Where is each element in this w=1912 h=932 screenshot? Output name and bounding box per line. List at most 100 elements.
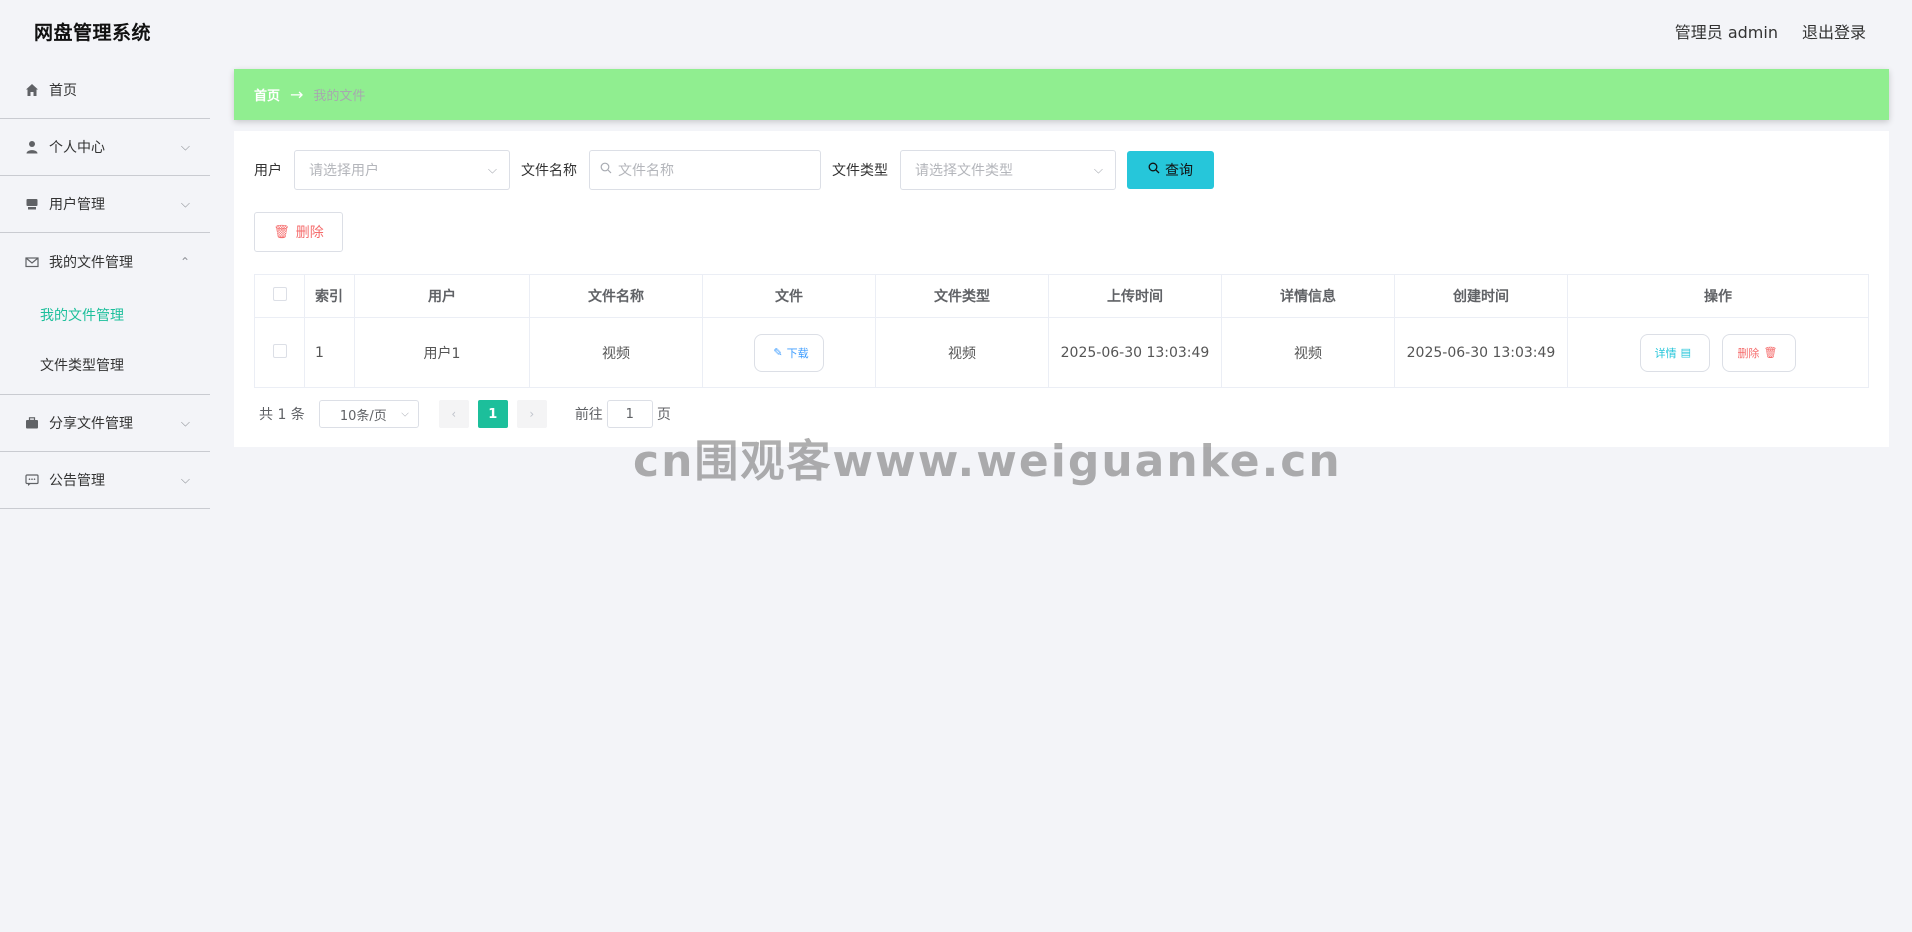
sidebar-subitem-file-types[interactable]: 文件类型管理	[0, 340, 210, 390]
table-row: 1 用户1 视频 ✎ 下载 视频 2025-06-30 13:03:49 视频 …	[254, 317, 1869, 388]
filename-input[interactable]: 文件名称	[589, 150, 821, 190]
batch-delete-button[interactable]: 🗑 删除	[254, 212, 343, 252]
chevron-down-icon: ⌵	[487, 162, 497, 177]
chevron-up-icon: ⌃	[179, 254, 190, 269]
watermark-text: cn围观客www.weiguanke.cn	[633, 436, 1342, 487]
cell-user: 用户1	[354, 317, 530, 388]
batch-delete-label: 删除	[295, 225, 324, 241]
chevron-down-icon: ⌵	[180, 139, 190, 154]
chevron-left-icon: ‹	[451, 407, 457, 421]
select-all-cell	[254, 274, 305, 318]
chevron-down-icon: ⌵	[180, 196, 190, 211]
logout-link[interactable]: 退出登录	[1802, 19, 1866, 43]
cell-filetype: 视频	[875, 317, 1049, 388]
sidebar-item-label: 个人中心	[49, 140, 105, 156]
column-header: 文件	[702, 274, 876, 318]
search-icon	[600, 162, 612, 178]
main-panel: 用户 请选择用户 ⌵ 文件名称 文件名称 文件类型 请选择文件类型 ⌵ 查询 🗑…	[234, 131, 1889, 447]
user-select-placeholder: 请选择用户	[309, 163, 379, 179]
sidebar-item-label: 我的文件管理	[49, 254, 133, 271]
cell-actions: 详情 ▤ 删除 🗑	[1567, 317, 1869, 388]
column-header: 文件类型	[875, 274, 1049, 318]
app-title: 网盘管理系统	[34, 21, 152, 44]
column-header: 索引	[304, 274, 355, 318]
table-header-row: 索引 用户 文件名称 文件 文件类型 上传时间 详情信息 创建时间 操作	[254, 274, 1869, 318]
breadcrumb-home[interactable]: 首页	[254, 85, 280, 104]
files-table: 索引 用户 文件名称 文件 文件类型 上传时间 详情信息 创建时间 操作 1 用…	[254, 274, 1869, 388]
current-user-label: 管理员 admin	[1674, 23, 1778, 42]
breadcrumb-current: 我的文件	[313, 89, 366, 104]
goto-label: 前往	[574, 407, 603, 423]
page-size-value: 10条/页	[339, 408, 387, 424]
sidebar: 首页 个人中心 ⌵ 用户管理 ⌵ 我的文件管理 ⌃ 我的文件管理 文件类型管理 …	[0, 62, 210, 932]
cell-index: 1	[304, 317, 355, 388]
sidebar-item-label: 分享文件管理	[49, 416, 133, 432]
prev-page-button[interactable]: ‹	[438, 400, 469, 428]
search-form: 用户 请选择用户 ⌵ 文件名称 文件名称 文件类型 请选择文件类型 ⌵ 查询	[254, 150, 1214, 190]
pagination: 共 1 条 10条/页 ⌵ ‹ 1 › 前往 1 页	[259, 400, 671, 428]
chevron-down-icon: ⌵	[180, 472, 190, 487]
detail-label: 详情	[1654, 346, 1677, 360]
select-all-checkbox[interactable]	[272, 287, 287, 301]
query-button[interactable]: 查询	[1127, 151, 1214, 189]
breadcrumb: 首页 → 我的文件	[234, 69, 1889, 120]
page-number-current[interactable]: 1	[477, 400, 508, 428]
trash-icon: 🗑	[273, 224, 290, 240]
filetype-select[interactable]: 请选择文件类型 ⌵	[900, 150, 1116, 190]
cell-upload-time: 2025-06-30 13:03:49	[1048, 317, 1222, 388]
sidebar-item-announcements[interactable]: 公告管理 ⌵	[0, 452, 210, 509]
header-right: 管理员 admin 退出登录	[1675, 19, 1866, 43]
edit-icon: ✎	[773, 346, 783, 359]
my-files-submenu: 我的文件管理 文件类型管理	[0, 290, 210, 395]
row-delete-label: 删除	[1737, 346, 1760, 360]
cell-create-time: 2025-06-30 13:03:49	[1394, 317, 1568, 388]
row-checkbox[interactable]	[272, 343, 287, 358]
column-header: 详情信息	[1221, 274, 1395, 318]
mail-icon	[24, 254, 40, 270]
filetype-select-placeholder: 请选择文件类型	[915, 163, 1013, 179]
trash-icon: 🗑	[1763, 346, 1778, 359]
goto-page-input[interactable]: 1	[606, 400, 653, 428]
filename-input-placeholder: 文件名称	[618, 163, 674, 179]
detail-button[interactable]: 详情 ▤	[1639, 333, 1710, 372]
column-header: 操作	[1567, 274, 1869, 318]
document-icon: ▤	[1680, 346, 1691, 359]
chevron-down-icon: ⌵	[401, 408, 409, 420]
breadcrumb-separator: →	[290, 85, 304, 104]
cell-filename: 视频	[529, 317, 703, 388]
search-icon	[1148, 162, 1160, 178]
top-header: 网盘管理系统 管理员 admin 退出登录	[0, 0, 1912, 62]
sidebar-item-label: 首页	[49, 83, 77, 99]
briefcase-icon	[24, 415, 40, 431]
users-icon	[24, 196, 40, 212]
row-delete-button[interactable]: 删除 🗑	[1722, 333, 1797, 372]
filename-filter-label: 文件名称	[521, 163, 577, 179]
cell-file: ✎ 下载	[702, 317, 876, 388]
sidebar-item-users[interactable]: 用户管理 ⌵	[0, 176, 210, 233]
sidebar-item-label: 用户管理	[49, 197, 105, 213]
cell-detail-info: 视频	[1221, 317, 1395, 388]
user-icon	[24, 139, 40, 155]
column-header: 用户	[354, 274, 530, 318]
column-header: 文件名称	[529, 274, 703, 318]
page-size-select[interactable]: 10条/页 ⌵	[318, 400, 419, 428]
column-header: 创建时间	[1394, 274, 1568, 318]
sidebar-item-shared-files[interactable]: 分享文件管理 ⌵	[0, 395, 210, 452]
chevron-down-icon: ⌵	[1093, 162, 1103, 177]
chevron-right-icon: ›	[529, 407, 535, 421]
sidebar-item-home[interactable]: 首页	[0, 62, 210, 119]
pagination-total: 共 1 条	[259, 407, 305, 423]
sidebar-item-profile[interactable]: 个人中心 ⌵	[0, 119, 210, 176]
user-select[interactable]: 请选择用户 ⌵	[294, 150, 510, 190]
filetype-filter-label: 文件类型	[832, 163, 888, 179]
page-unit-label: 页	[656, 407, 671, 423]
sidebar-item-my-files[interactable]: 我的文件管理 ⌃	[0, 233, 210, 290]
download-button[interactable]: ✎ 下载	[754, 333, 824, 372]
sidebar-subitem-my-files[interactable]: 我的文件管理	[0, 290, 210, 340]
page-jump: 前往 1 页	[575, 400, 671, 428]
column-header: 上传时间	[1048, 274, 1222, 318]
query-button-label: 查询	[1165, 163, 1193, 179]
chat-icon	[24, 472, 40, 488]
download-label: 下载	[786, 346, 809, 360]
next-page-button[interactable]: ›	[516, 400, 547, 428]
